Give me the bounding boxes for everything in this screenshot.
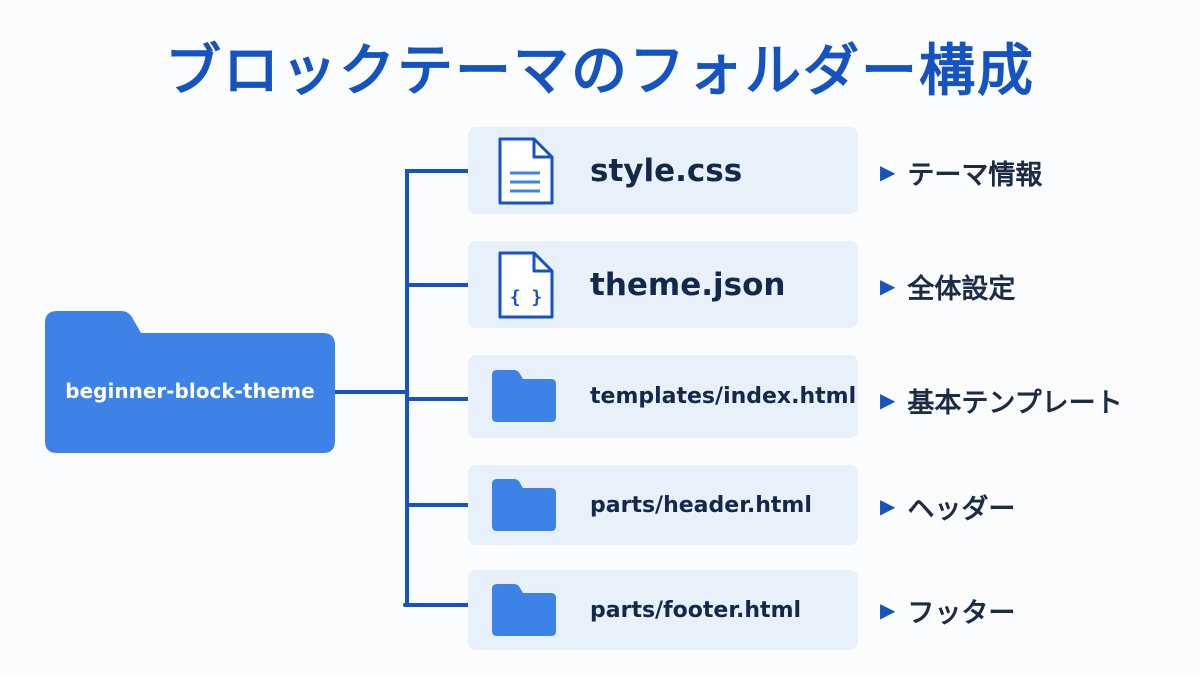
file-item-parts-header[interactable]: parts/header.html — [468, 465, 858, 545]
file-name: templates/index.html — [590, 384, 857, 409]
file-name: parts/footer.html — [590, 597, 802, 623]
file-description-theme-json: ▶ 全体設定 — [880, 264, 1015, 308]
description-text: テーマ情報 — [907, 159, 1043, 191]
document-icon — [498, 137, 554, 205]
file-description-style-css: ▶ テーマ情報 — [880, 150, 1042, 194]
file-item-templates-index[interactable]: templates/index.html — [468, 355, 858, 438]
file-item-parts-footer[interactable]: parts/footer.html — [468, 570, 858, 650]
file-name: style.css — [590, 152, 743, 189]
file-description-parts-footer: ▶ フッター — [880, 588, 1015, 632]
file-name: theme.json — [590, 266, 786, 303]
arrow-right-icon: ▶ — [880, 274, 896, 298]
file-description-templates-index: ▶ 基本テンプレート — [880, 378, 1123, 422]
json-file-icon: { } — [498, 251, 554, 319]
json-braces-glyph: { } — [510, 287, 543, 308]
arrow-right-icon: ▶ — [880, 494, 896, 518]
arrow-right-icon: ▶ — [880, 598, 896, 622]
folder-icon — [492, 584, 556, 636]
file-name: parts/header.html — [590, 492, 812, 518]
description-text: ヘッダー — [907, 493, 1016, 525]
file-item-style-css[interactable]: style.css — [468, 127, 858, 214]
folder-icon — [492, 479, 556, 531]
root-folder-label: beginner-block-theme — [65, 379, 315, 403]
description-text: フッター — [907, 597, 1016, 629]
file-item-theme-json[interactable]: { } theme.json — [468, 241, 858, 328]
folder-icon — [492, 370, 556, 422]
description-text: 基本テンプレート — [907, 387, 1123, 419]
root-folder[interactable]: beginner-block-theme — [45, 311, 335, 453]
arrow-right-icon: ▶ — [880, 388, 896, 412]
description-text: 全体設定 — [907, 273, 1016, 305]
file-description-parts-header: ▶ ヘッダー — [880, 484, 1015, 528]
arrow-right-icon: ▶ — [880, 160, 896, 184]
